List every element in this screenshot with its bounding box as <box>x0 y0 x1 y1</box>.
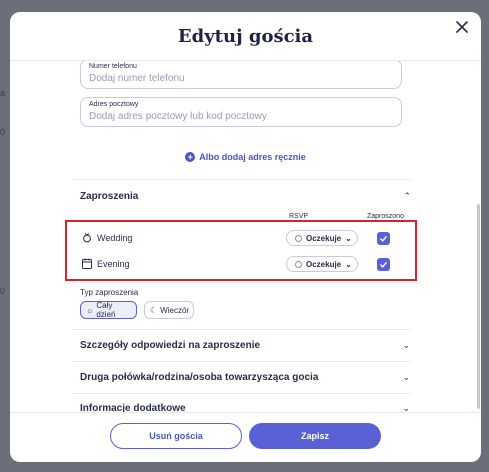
accordion-rsvp-details[interactable]: Szczegóły odpowiedzi na zaproszenie ⌄ <box>72 331 410 361</box>
rsvp-value: Oczekuje <box>306 259 342 269</box>
close-icon <box>456 21 468 33</box>
highlight-box <box>65 220 417 281</box>
chevron-down-icon: ⌄ <box>402 372 410 382</box>
divider <box>72 329 410 330</box>
accordion-additional-info[interactable]: Informacje dodatkowe ⌄ <box>72 394 410 412</box>
footer-divider <box>10 412 481 413</box>
rings-icon <box>83 233 91 243</box>
invited-checkbox[interactable] <box>377 258 390 271</box>
modal-title: Edytuj gościa <box>177 26 314 47</box>
add-address-manually-link[interactable]: + Albo dodaj adres ręcznie <box>10 152 481 162</box>
accordion-title: Informacje dodatkowe <box>80 403 186 412</box>
chevron-down-icon: ⌄ <box>402 403 410 412</box>
chevron-down-icon: ⌄ <box>345 259 352 269</box>
invitation-type-evening[interactable]: ☾ Wieczór <box>144 301 194 319</box>
invited-checkbox[interactable] <box>377 232 390 245</box>
edit-guest-modal: Edytuj gościa Numer telefonu Adres poczt… <box>10 12 481 462</box>
checkmark-icon <box>380 261 388 268</box>
background-fragment: 0 <box>0 127 6 137</box>
address-field[interactable]: Adres pocztowy <box>80 97 402 127</box>
checkmark-icon <box>380 235 388 242</box>
sun-icon: ☼ <box>86 305 94 315</box>
invitation-type-label: Wieczór <box>160 305 190 315</box>
background-fragment: 0 <box>0 286 6 296</box>
close-button[interactable] <box>451 16 473 38</box>
divider <box>72 179 410 180</box>
phone-input[interactable] <box>89 73 389 84</box>
rsvp-column-header: RSVP <box>289 213 309 220</box>
invitation-type-label: Typ zaproszenia <box>80 288 139 297</box>
clock-icon <box>295 260 302 268</box>
address-field-label: Adres pocztowy <box>89 101 139 108</box>
save-button[interactable]: Zapisz <box>249 423 381 449</box>
address-input[interactable] <box>89 111 389 122</box>
rsvp-dropdown[interactable]: Oczekuje ⌄ <box>286 256 358 272</box>
modal-content: Numer telefonu Adres pocztowy + Albo dod… <box>10 61 481 412</box>
phone-field[interactable]: Numer telefonu <box>80 61 402 89</box>
event-name: Wedding <box>97 233 133 243</box>
accordion-title: Szczegóły odpowiedzi na zaproszenie <box>80 340 261 351</box>
chevron-down-icon: ⌄ <box>345 233 352 243</box>
plus-circle-icon: + <box>185 152 196 162</box>
phone-field-label: Numer telefonu <box>89 63 137 70</box>
invitation-type-label: Cały dzień <box>96 301 116 319</box>
rsvp-dropdown[interactable]: Oczekuje ⌄ <box>286 230 358 246</box>
moon-icon: ☾ <box>150 305 158 315</box>
scrollbar[interactable] <box>477 204 480 409</box>
event-name: Evening <box>97 259 130 269</box>
chevron-up-icon[interactable]: ⌃ <box>403 191 411 202</box>
invitation-type-full-day[interactable]: ☼ Cały dzień <box>80 301 137 319</box>
accordion-title: Druga połówka/rodzina/osoba towarzysząca… <box>80 372 319 383</box>
background-fragment: a <box>0 88 6 98</box>
add-address-label: Albo dodaj adres ręcznie <box>199 152 306 162</box>
chevron-down-icon: ⌄ <box>402 340 410 350</box>
rsvp-value: Oczekuje <box>306 233 342 243</box>
delete-guest-button[interactable]: Usuń gościa <box>110 423 242 449</box>
accordion-partner-family[interactable]: Druga połówka/rodzina/osoba towarzysząca… <box>72 363 410 393</box>
invited-column-header: Zaproszono <box>367 213 404 220</box>
clock-icon <box>295 234 302 242</box>
invitations-title: Zaproszenia <box>80 191 139 202</box>
calendar-icon <box>82 258 92 269</box>
divider <box>72 361 410 362</box>
